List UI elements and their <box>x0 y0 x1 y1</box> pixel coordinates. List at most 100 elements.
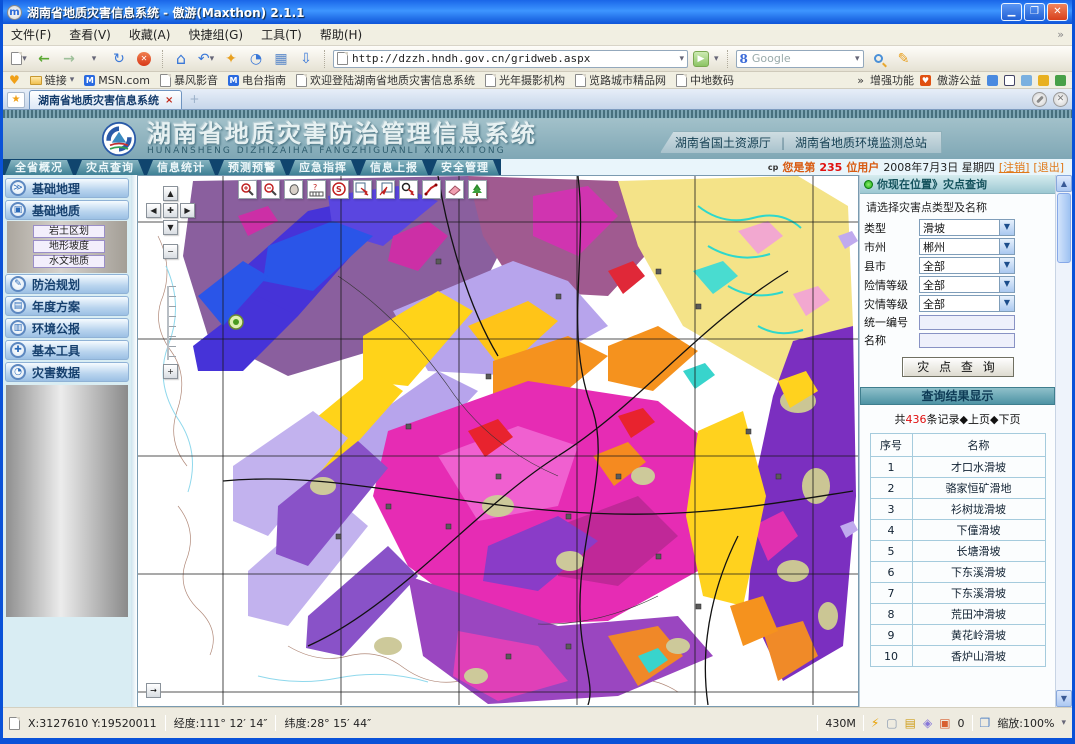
disaster-query-button[interactable]: 灾 点 查 询 <box>902 357 1014 377</box>
chevron-down-icon[interactable]: ▼ <box>999 258 1014 273</box>
type-select[interactable]: 滑坡▼ <box>919 219 1015 236</box>
table-row[interactable]: 6下东溪滑坡 <box>870 562 1045 583</box>
scale-icon[interactable]: S <box>330 180 349 199</box>
menu-tools[interactable]: 工具(T) <box>261 26 302 43</box>
search-input[interactable]: Google <box>752 52 851 65</box>
image-counter-icon[interactable]: ▣ <box>939 716 950 730</box>
prev-page-link[interactable]: ◆上页 <box>960 413 990 426</box>
plugin-icon[interactable]: ◈ <box>923 716 932 730</box>
nav-tab-statistics[interactable]: 信息统计 <box>147 160 215 175</box>
pan-up-icon[interactable]: ▲ <box>163 186 178 201</box>
table-row[interactable]: 3衫树垅滑坡 <box>870 499 1045 520</box>
link-baofeng[interactable]: 暴风影音 <box>160 72 218 88</box>
sidebar-item-env-bulletin[interactable]: ▥环境公报 <box>5 318 129 338</box>
city-select[interactable]: 郴州▼ <box>919 238 1015 255</box>
table-row[interactable]: 9黄花岭滑坡 <box>870 625 1045 646</box>
bolt-icon[interactable]: ⚡ <box>871 716 879 730</box>
draw-line-icon[interactable] <box>422 180 441 199</box>
close-tabs-icon[interactable]: ✕ <box>1053 92 1068 107</box>
zoom-minus-icon[interactable]: − <box>163 244 178 259</box>
zoom-select-icon[interactable]: ❐ <box>980 716 991 730</box>
logout-link[interactable]: [注销] <box>999 159 1030 175</box>
menu-overflow-icon[interactable]: » <box>1057 28 1064 41</box>
nav-tab-disaster-query[interactable]: 灾点查询 <box>76 160 144 175</box>
frames-icon[interactable]: ▦ <box>271 49 291 69</box>
collector-heart-icon[interactable]: ♥ <box>9 73 20 87</box>
sub-item-rock-zoning[interactable]: 岩土区划 <box>33 225 105 238</box>
menu-favorites[interactable]: 收藏(A) <box>129 26 171 43</box>
nav-tab-security[interactable]: 安全管理 <box>431 160 499 175</box>
history-icon[interactable]: ◔ <box>246 49 266 69</box>
danger-level-select[interactable]: 全部▼ <box>919 276 1015 293</box>
pan-east-icon[interactable]: → <box>146 683 161 698</box>
table-row[interactable]: 5长塘滑坡 <box>870 541 1045 562</box>
county-select[interactable]: 全部▼ <box>919 257 1015 274</box>
market-icon[interactable] <box>1055 75 1066 86</box>
scroll-track[interactable] <box>1056 264 1072 690</box>
table-row[interactable]: 7下东溪滑坡 <box>870 583 1045 604</box>
sidebar-item-disaster-data[interactable]: ◔灾害数据 <box>5 362 129 382</box>
link-msn[interactable]: MMSN.com <box>84 74 150 87</box>
scroll-up-icon[interactable]: ▲ <box>1056 175 1072 192</box>
geology-map-canvas[interactable] <box>138 176 858 705</box>
go-dropdown-icon[interactable]: ▾ <box>714 54 719 64</box>
table-row[interactable]: 2骆家恒矿滑地 <box>870 478 1045 499</box>
search-dropdown-icon[interactable]: ▾ <box>855 54 860 64</box>
dropdown-icon[interactable]: ▾ <box>84 49 104 69</box>
chevron-down-icon[interactable]: ▼ <box>999 277 1014 292</box>
org-link-land-resources[interactable]: 湖南省国土资源厅 <box>675 134 771 151</box>
scroll-thumb[interactable] <box>1057 193 1071 263</box>
table-row[interactable]: 8荒田冲滑坡 <box>870 604 1045 625</box>
url-text[interactable]: http://dzzh.hndh.gov.cn/gridweb.aspx <box>352 52 675 65</box>
popup-blocker-icon[interactable]: ▢ <box>886 716 897 730</box>
forward-icon[interactable]: → <box>59 49 79 69</box>
wand-icon[interactable]: ✦ <box>221 49 241 69</box>
map-area[interactable]: ? S ▲ ◀ ✚ ▶ ▼ − + → <box>137 175 859 707</box>
sidebar-item-base-geology[interactable]: ▣基础地质 <box>5 200 129 220</box>
panel-scrollbar[interactable]: ▲ ▼ <box>1055 175 1072 707</box>
nav-tab-report[interactable]: 信息上报 <box>360 160 428 175</box>
link-guangnian[interactable]: 光年摄影机构 <box>485 72 565 88</box>
search-box[interactable]: 8 Google ▾ <box>736 50 864 68</box>
link-radio[interactable]: M电台指南 <box>228 72 286 88</box>
home-icon[interactable]: ⌂ <box>171 49 191 69</box>
table-row[interactable]: 1才口水滑坡 <box>870 457 1045 478</box>
refresh-icon[interactable]: ↻ <box>109 49 129 69</box>
table-row[interactable]: 10香炉山滑坡 <box>870 646 1045 667</box>
sidebar-item-prevention-plan[interactable]: ✎防治规划 <box>5 274 129 294</box>
scroll-down-icon[interactable]: ▼ <box>1056 690 1072 707</box>
link-lanlu[interactable]: 览路城市精品网 <box>575 72 666 88</box>
new-page-icon[interactable]: ▾ <box>9 49 29 69</box>
back-icon[interactable]: ← <box>34 49 54 69</box>
tab-close-icon[interactable]: × <box>165 95 173 106</box>
wrench-icon[interactable] <box>1032 92 1047 107</box>
notes-icon[interactable] <box>1021 75 1032 86</box>
point-query-icon[interactable] <box>399 180 418 199</box>
enhance-label[interactable]: 增强功能 <box>870 72 914 88</box>
charity-heart-icon[interactable]: ♥ <box>920 75 931 86</box>
address-bar[interactable]: http://dzzh.hndh.gov.cn/gridweb.aspx ▾ <box>333 50 688 68</box>
eraser-icon[interactable] <box>445 180 464 199</box>
zoom-in-icon[interactable] <box>238 180 257 199</box>
box-query-icon[interactable] <box>376 180 395 199</box>
table-row[interactable]: 4下僮滑坡 <box>870 520 1045 541</box>
maximize-button[interactable]: ❐ <box>1024 3 1045 21</box>
chevron-down-icon[interactable]: ▼ <box>999 296 1014 311</box>
menu-view[interactable]: 查看(V) <box>69 26 111 43</box>
disaster-level-select[interactable]: 全部▼ <box>919 295 1015 312</box>
pan-left-icon[interactable]: ◀ <box>146 203 161 218</box>
box-select-icon[interactable] <box>353 180 372 199</box>
highlight-icon[interactable]: ✎ <box>894 49 914 69</box>
exit-link[interactable]: [退出] <box>1033 159 1064 175</box>
window-icon[interactable] <box>1004 75 1015 86</box>
pan-center-icon[interactable]: ✚ <box>163 203 178 218</box>
link-zhongdi[interactable]: 中地数码 <box>676 72 734 88</box>
zoom-plus-icon[interactable]: + <box>163 364 178 379</box>
v-icon[interactable] <box>1038 75 1049 86</box>
folder-icon[interactable]: ▤ <box>905 716 916 730</box>
nav-tab-overview[interactable]: 全省概况 <box>5 160 73 175</box>
messenger-icon[interactable] <box>987 75 998 86</box>
uniform-code-input[interactable] <box>919 315 1015 330</box>
menu-groups[interactable]: 快捷组(G) <box>188 26 243 43</box>
menu-file[interactable]: 文件(F) <box>11 26 51 43</box>
